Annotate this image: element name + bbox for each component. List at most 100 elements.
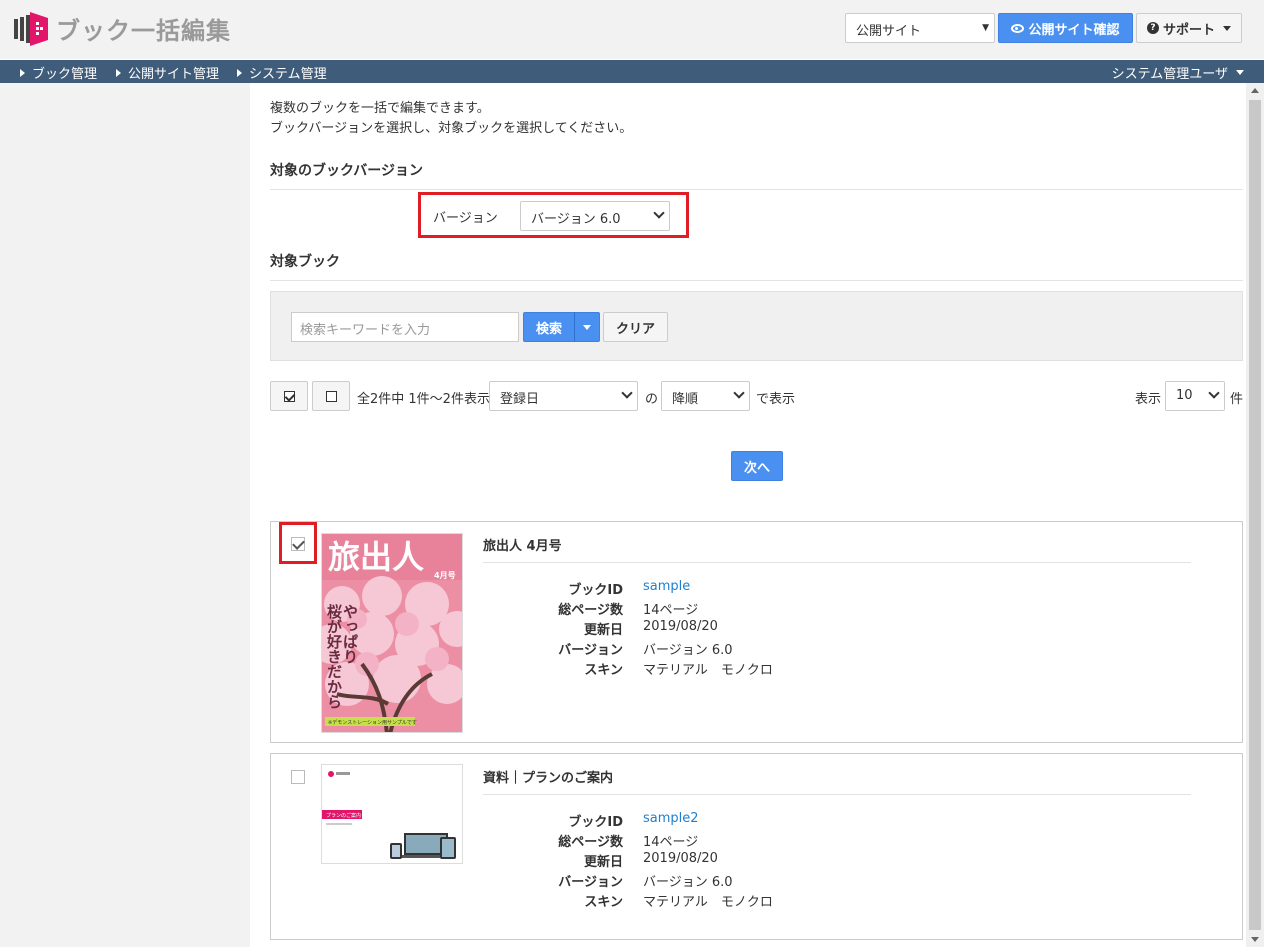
version-select-value: バージョン 6.0 bbox=[531, 212, 621, 227]
meta-key: ブックID bbox=[568, 583, 623, 598]
sort-order-select[interactable]: 降順 bbox=[661, 381, 750, 411]
meta-key: バージョン bbox=[558, 875, 623, 890]
book-id-link[interactable]: sample bbox=[643, 579, 690, 594]
show-label: 表示 bbox=[1135, 392, 1162, 407]
meta-value: 2019/08/20 bbox=[643, 619, 718, 634]
meta-book-id: ブックID sample bbox=[483, 579, 1083, 599]
version-label: バージョン bbox=[433, 211, 498, 226]
meta-value: バージョン 6.0 bbox=[643, 643, 733, 658]
book-title: 旅出人 4月号 bbox=[483, 539, 562, 554]
book-cover-image: 旅出人 4月号 やっぱり 桜が好きだから ※デモンストレーション用サンプルです bbox=[321, 533, 463, 733]
caret-down-icon bbox=[583, 324, 591, 330]
next-button[interactable]: 次へ bbox=[731, 451, 783, 481]
user-menu[interactable]: システム管理ユーザ bbox=[1112, 63, 1244, 82]
result-count: 全2件中 1件〜2件表示 bbox=[357, 392, 490, 407]
public-site-confirm-button[interactable]: 公開サイト確認 bbox=[998, 13, 1133, 43]
search-panel: 検索キーワードを入力 検索 クリア bbox=[270, 291, 1243, 361]
book-title: 資料｜プランのご案内 bbox=[483, 771, 614, 786]
display-label: で表示 bbox=[756, 392, 796, 407]
meta-key: 総ページ数 bbox=[558, 603, 623, 618]
meta-key: スキン bbox=[584, 663, 623, 678]
version-select[interactable]: バージョン 6.0 bbox=[520, 201, 670, 231]
sort-field-select[interactable]: 登録日 bbox=[489, 381, 638, 411]
main-nav: ブック管理 公開サイト管理 システム管理 システム管理ユーザ bbox=[0, 60, 1264, 83]
nav-item-label: ブック管理 bbox=[32, 67, 98, 82]
meta-key: ブックID bbox=[568, 815, 623, 830]
meta-value: 14ページ bbox=[643, 835, 699, 850]
nav-item-system-management[interactable]: システム管理 bbox=[237, 63, 327, 82]
select-all-button[interactable] bbox=[270, 381, 308, 411]
meta-skin: スキン マテリアル モノクロ bbox=[483, 659, 1083, 679]
chevron-down-icon bbox=[653, 207, 665, 219]
caret-right-icon bbox=[237, 68, 242, 77]
cover-tag: プランのご案内 bbox=[326, 812, 361, 819]
sort-field-value: 登録日 bbox=[500, 392, 540, 407]
meta-key: バージョン bbox=[558, 643, 623, 658]
caret-right-icon bbox=[116, 68, 121, 77]
divider bbox=[483, 794, 1191, 795]
meta-key: 総ページ数 bbox=[558, 835, 623, 850]
book-card: プランのご案内 資料｜プランのご案内 ブックID sample2 総ページ数 1… bbox=[270, 753, 1243, 940]
meta-book-id: ブックID sample2 bbox=[483, 811, 1083, 831]
meta-value: バージョン 6.0 bbox=[643, 875, 733, 890]
nav-item-public-site-management[interactable]: 公開サイト管理 bbox=[116, 63, 219, 82]
cover-issue: 4月号 bbox=[434, 571, 456, 580]
search-button[interactable]: 検索 bbox=[523, 312, 575, 342]
divider bbox=[483, 562, 1191, 563]
version-section-title: 対象のブックバージョン bbox=[270, 163, 424, 179]
meta-version: バージョン バージョン 6.0 bbox=[483, 871, 1083, 891]
divider bbox=[270, 189, 1243, 190]
per-page-select[interactable]: 10 bbox=[1165, 381, 1225, 411]
deselect-all-button[interactable] bbox=[312, 381, 350, 411]
support-label: サポート bbox=[1162, 22, 1215, 38]
caret-down-icon bbox=[1223, 25, 1231, 31]
scroll-down-icon[interactable] bbox=[1251, 937, 1259, 942]
caret-right-icon bbox=[20, 68, 25, 77]
intro-line-1: 複数のブックを一括で編集できます。 bbox=[270, 101, 490, 116]
meta-value: 14ページ bbox=[643, 603, 699, 618]
meta-updated: 更新日 2019/08/20 bbox=[483, 619, 1083, 639]
support-button[interactable]: ? サポート bbox=[1136, 13, 1242, 43]
clear-button[interactable]: クリア bbox=[603, 312, 668, 342]
per-page-value: 10 bbox=[1176, 388, 1193, 403]
sort-order-value: 降順 bbox=[672, 392, 699, 407]
cover-banner: ※デモンストレーション用サンプルです bbox=[328, 719, 417, 726]
public-site-confirm-label: 公開サイト確認 bbox=[1028, 22, 1120, 38]
question-icon: ? bbox=[1146, 22, 1159, 34]
meta-value: 2019/08/20 bbox=[643, 851, 718, 866]
search-options-button[interactable] bbox=[574, 312, 600, 342]
scroll-up-icon[interactable] bbox=[1251, 88, 1259, 93]
meta-key: 更新日 bbox=[583, 855, 623, 870]
site-select[interactable]: 公開サイト ▼ bbox=[845, 13, 995, 43]
header: ブック一括編集 公開サイト ▼ 公開サイト確認 ? サポート bbox=[0, 0, 1264, 59]
book-checkbox[interactable] bbox=[291, 770, 305, 784]
cover-headline-1: やっぱり bbox=[341, 604, 359, 664]
chevron-down-icon bbox=[1208, 387, 1220, 399]
scroll-thumb[interactable] bbox=[1249, 100, 1261, 930]
meta-value: マテリアル モノクロ bbox=[643, 663, 773, 678]
meta-key: スキン bbox=[584, 895, 623, 910]
book-id-link[interactable]: sample2 bbox=[643, 811, 699, 826]
site-select-value: 公開サイト bbox=[856, 24, 922, 39]
intro-line-2: ブックバージョンを選択し、対象ブックを選択してください。 bbox=[270, 121, 633, 136]
book-checkbox[interactable] bbox=[291, 537, 305, 551]
search-input[interactable]: 検索キーワードを入力 bbox=[291, 312, 519, 342]
nav-item-label: 公開サイト管理 bbox=[128, 67, 220, 82]
page-title: ブック一括編集 bbox=[56, 17, 231, 45]
meta-updated: 更新日 2019/08/20 bbox=[483, 851, 1083, 871]
book-section-title: 対象ブック bbox=[270, 254, 340, 270]
cover-masthead: 旅出人 bbox=[328, 538, 424, 576]
chevron-down-icon bbox=[733, 387, 745, 399]
meta-skin: スキン マテリアル モノクロ bbox=[483, 891, 1083, 911]
checkbox-empty-icon bbox=[325, 390, 337, 402]
user-name: システム管理ユーザ bbox=[1111, 67, 1228, 82]
scrollbar[interactable] bbox=[1246, 83, 1264, 947]
book-cover-image: プランのご案内 bbox=[321, 764, 463, 864]
intro-text: 複数のブックを一括で編集できます。 ブックバージョンを選択し、対象ブックを選択し… bbox=[270, 99, 632, 139]
meta-pages: 総ページ数 14ページ bbox=[483, 831, 1083, 851]
checkbox-checked-icon bbox=[283, 390, 295, 402]
meta-pages: 総ページ数 14ページ bbox=[483, 599, 1083, 619]
meta-version: バージョン バージョン 6.0 bbox=[483, 639, 1083, 659]
nav-item-book-management[interactable]: ブック管理 bbox=[20, 63, 97, 82]
meta-key: 更新日 bbox=[583, 623, 623, 638]
